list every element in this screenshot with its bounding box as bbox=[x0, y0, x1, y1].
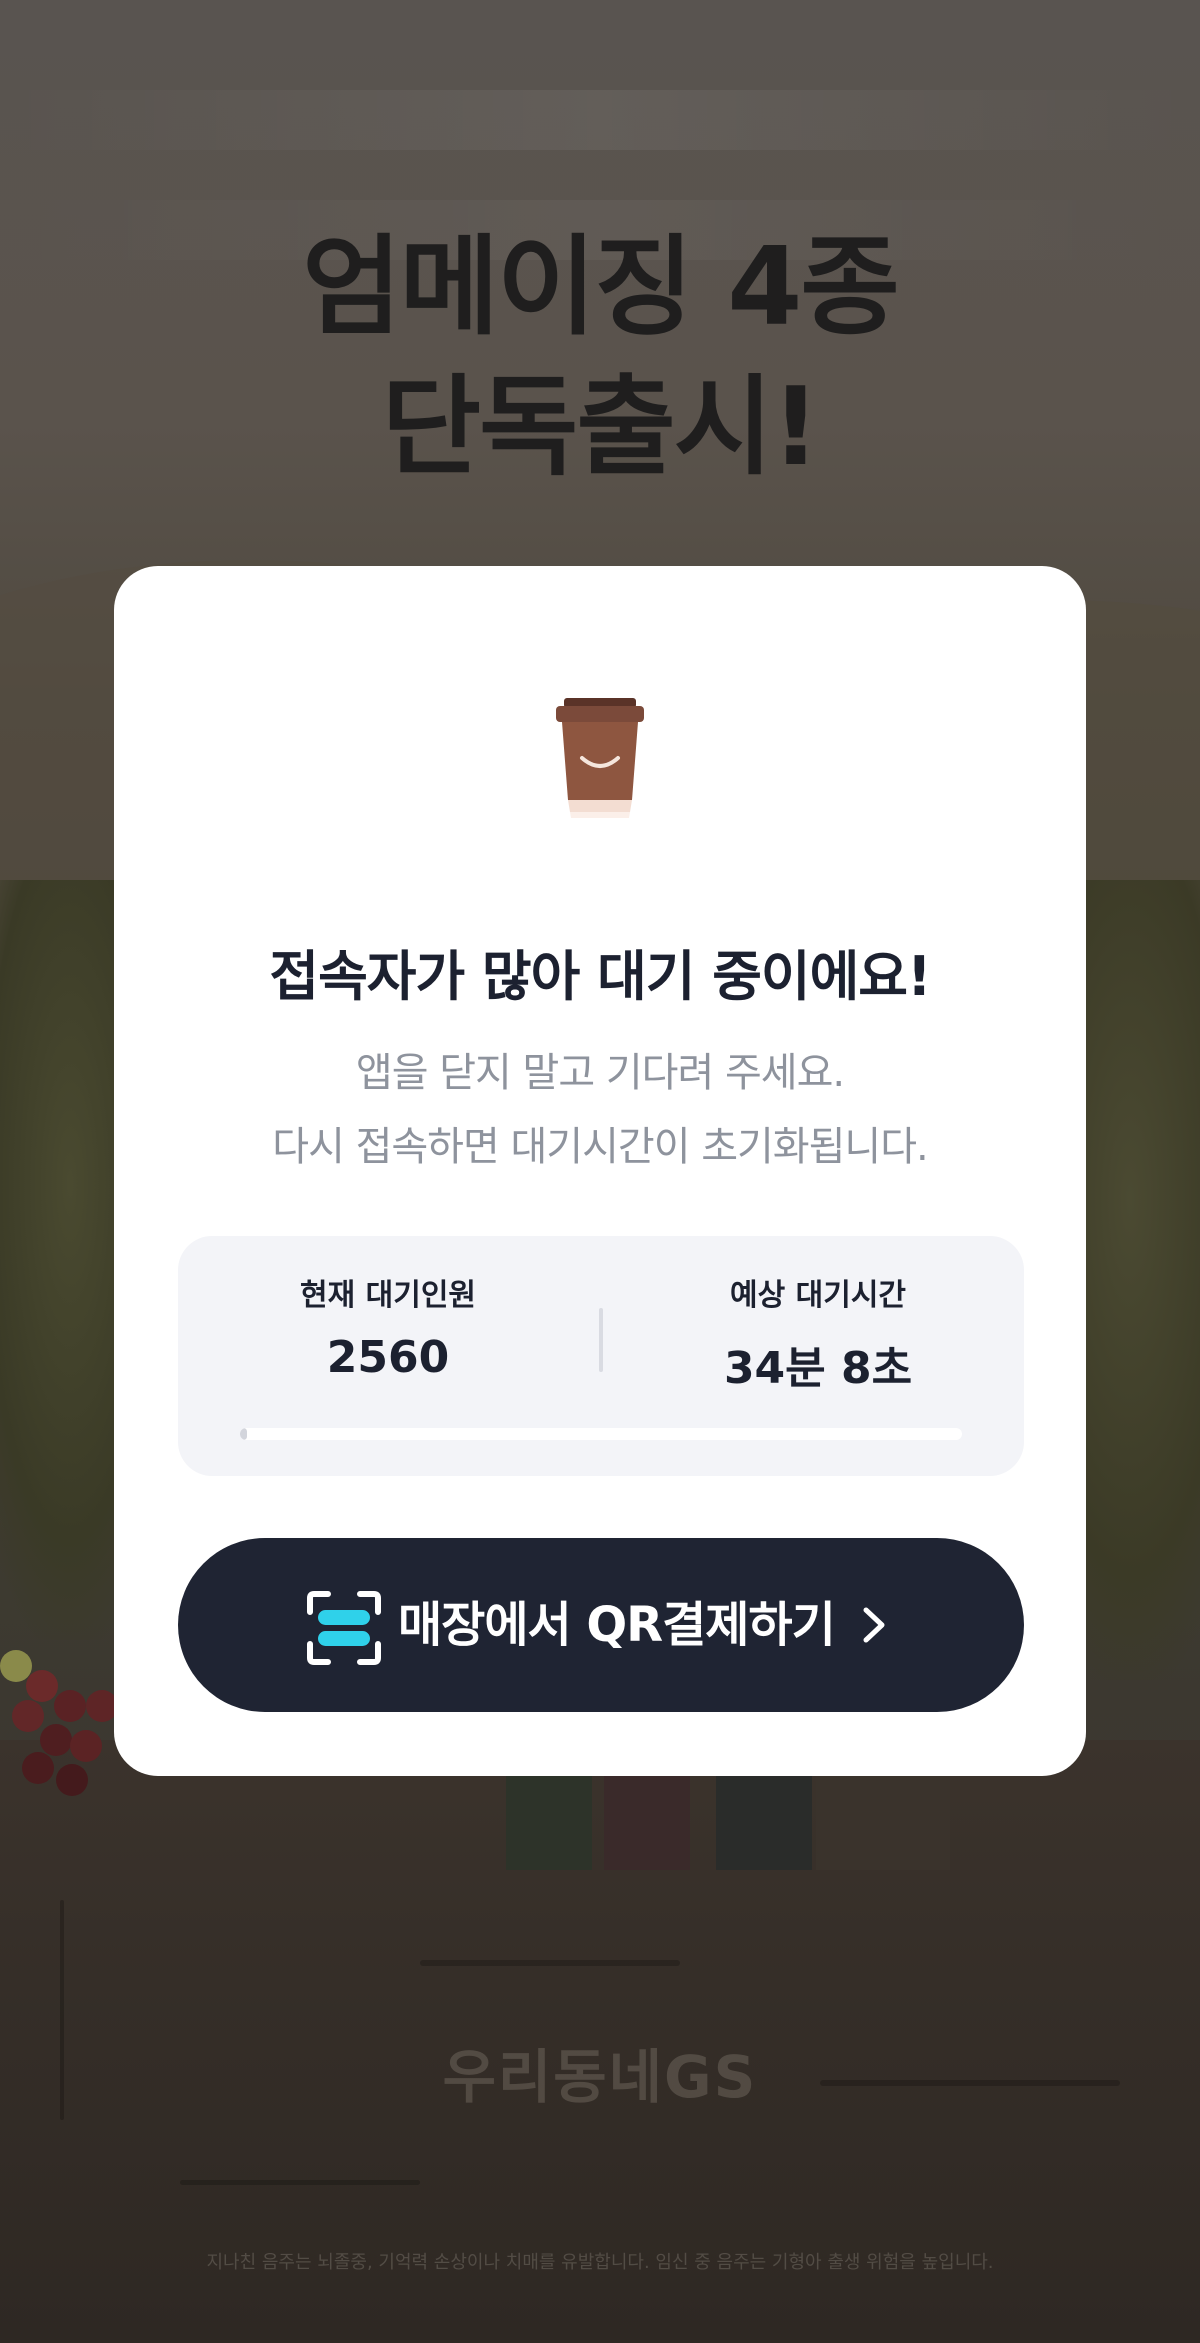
current-waiting-value: 2560 bbox=[326, 1332, 450, 1383]
waiting-subtitle-line-1: 앱을 닫지 말고 기다려 주세요. bbox=[355, 1050, 845, 1096]
headline-line-1: 엄메이징 4종 bbox=[302, 225, 900, 350]
rock-crack bbox=[420, 1960, 680, 1966]
coffee-cup-icon bbox=[556, 698, 644, 818]
sky-streak bbox=[0, 90, 1200, 150]
qr-payment-label: 매장에서 QR결제하기 bbox=[398, 1597, 836, 1653]
queue-progress-fill bbox=[240, 1428, 248, 1440]
wine-bottle bbox=[506, 1760, 592, 1870]
alcohol-warning-disclaimer: 지나친 음주는 뇌졸중, 기억력 손상이나 치매를 유발합니다. 임신 중 음주… bbox=[206, 2252, 994, 2273]
stats-divider bbox=[599, 1308, 603, 1372]
chevron-right-icon bbox=[863, 1607, 885, 1643]
estimated-wait-label: 예상 대기시간 bbox=[729, 1278, 907, 1313]
wine-bottle bbox=[716, 1760, 812, 1870]
headline-line-2: 단독출시! bbox=[381, 365, 821, 490]
waiting-subtitle: 앱을 닫지 말고 기다려 주세요. 다시 접속하면 대기시간이 초기화됩니다. bbox=[114, 1036, 1086, 1184]
current-waiting-label: 현재 대기인원 bbox=[299, 1278, 477, 1313]
queue-stats-panel: 현재 대기인원 2560 예상 대기시간 34분 8초 bbox=[178, 1236, 1024, 1476]
grape bbox=[22, 1752, 54, 1784]
promo-headline: 엄메이징 4종 단독출시! bbox=[0, 218, 1200, 498]
wine-bottle bbox=[816, 1760, 950, 1870]
grape bbox=[40, 1724, 72, 1756]
rock-crack bbox=[180, 2180, 420, 2185]
estimated-wait-value: 34분 8초 bbox=[723, 1343, 913, 1394]
wine-bottle bbox=[604, 1760, 690, 1870]
estimated-wait-time: 예상 대기시간 34분 8초 bbox=[668, 1270, 968, 1396]
grape bbox=[70, 1730, 102, 1762]
brand-watermark: 우리동네GS bbox=[442, 2043, 758, 2111]
qr-payment-button[interactable]: 매장에서 QR결제하기 bbox=[178, 1538, 1024, 1712]
queue-progress-bar bbox=[240, 1428, 962, 1440]
grape bbox=[26, 1670, 58, 1702]
grape bbox=[12, 1700, 44, 1732]
waiting-title: 접속자가 많아 대기 중이에요! bbox=[269, 945, 931, 1008]
current-waiting-count: 현재 대기인원 2560 bbox=[238, 1270, 538, 1383]
grape bbox=[56, 1764, 88, 1796]
grape bbox=[54, 1690, 86, 1722]
qr-scan-icon bbox=[307, 1591, 381, 1665]
waiting-queue-card: 접속자가 많아 대기 중이에요! 앱을 닫지 말고 기다려 주세요. 다시 접속… bbox=[114, 566, 1086, 1776]
waiting-subtitle-line-2: 다시 접속하면 대기시간이 초기화됩니다. bbox=[272, 1124, 928, 1170]
